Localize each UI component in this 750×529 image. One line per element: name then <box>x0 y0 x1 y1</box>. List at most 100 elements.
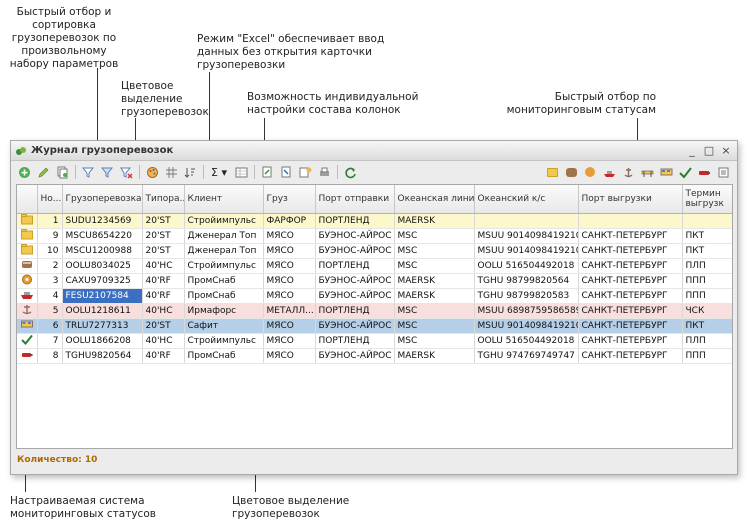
port-from-cell[interactable]: ПОРТЛЕНД <box>315 213 395 229</box>
status-filter-folder-icon[interactable] <box>543 163 561 181</box>
table-row[interactable]: 10 MSCU1200988 20'ST Дженерал Топ МЯСО БУЭНОС… <box>17 243 732 259</box>
port-to-cell[interactable]: САНКТ-ПЕТЕРБУРГ <box>578 228 683 244</box>
shipment-cell[interactable]: MSCU8654220 <box>62 228 143 244</box>
port-to-cell[interactable]: САНКТ-ПЕТЕРБУРГ <box>578 273 683 289</box>
ocean-ks-cell[interactable]: MSUU 901409841921092 <box>474 318 579 334</box>
ocean-ks-cell[interactable]: TGHU 98799820564 <box>474 273 579 289</box>
client-cell[interactable]: Ирмафорс <box>184 303 264 319</box>
minimize-button[interactable]: _ <box>685 144 699 158</box>
column-header-shipment[interactable]: Грузоперевозка <box>62 185 143 214</box>
client-cell[interactable]: ПромСнаб <box>184 273 264 289</box>
port-to-cell[interactable]: САНКТ-ПЕТЕРБУРГ <box>578 333 683 349</box>
ocean-line-cell[interactable]: MSC <box>394 243 475 259</box>
cargo-cell[interactable]: МЯСО <box>263 318 316 334</box>
column-header-port-from[interactable]: Порт отправки <box>315 185 395 214</box>
row-number[interactable]: 2 <box>37 258 63 274</box>
shipment-cell[interactable]: OOLU1218611 <box>62 303 143 319</box>
cargo-cell[interactable]: МЯСО <box>263 333 316 349</box>
client-cell[interactable]: ПромСнаб <box>184 348 264 364</box>
terminal-cell[interactable] <box>682 213 732 229</box>
status-filter-check-icon[interactable] <box>676 163 694 181</box>
port-to-cell[interactable]: САНКТ-ПЕТЕРБУРГ <box>578 303 683 319</box>
row-number[interactable]: 4 <box>37 288 63 304</box>
column-header-type[interactable]: Типора... <box>142 185 185 214</box>
cargo-cell[interactable]: ФАРФОР <box>263 213 316 229</box>
terminal-cell[interactable]: ППП <box>682 348 732 364</box>
type-cell[interactable]: 20'ST <box>142 243 185 259</box>
cargo-cell[interactable]: МЯСО <box>263 273 316 289</box>
port-from-cell[interactable]: ПОРТЛЕНД <box>315 303 395 319</box>
type-cell[interactable]: 20'ST <box>142 213 185 229</box>
sort-icon[interactable] <box>181 163 199 181</box>
column-header-port-to[interactable]: Порт выгрузки <box>578 185 683 214</box>
column-header-number[interactable]: Но... <box>37 185 63 214</box>
port-from-cell[interactable]: БУЭНОС-АЙРОС <box>315 318 395 334</box>
port-from-cell[interactable]: БУЭНОС-АЙРОС <box>315 228 395 244</box>
cargo-cell[interactable]: МЯСО <box>263 258 316 274</box>
terminal-cell[interactable]: ЧСК <box>682 303 732 319</box>
cargo-cell[interactable]: МЕТАЛЛ... <box>263 303 316 319</box>
status-filter-barrier-icon[interactable] <box>638 163 656 181</box>
row-number[interactable]: 3 <box>37 273 63 289</box>
terminal-cell[interactable]: ПЛП <box>682 333 732 349</box>
terminal-cell[interactable]: ПЛП <box>682 258 732 274</box>
shipment-cell[interactable]: OOLU8034025 <box>62 258 143 274</box>
client-cell[interactable]: Стройимпульс <box>184 333 264 349</box>
row-number[interactable]: 1 <box>37 213 63 229</box>
columns-icon[interactable] <box>162 163 180 181</box>
cargo-cell[interactable]: МЯСО <box>263 288 316 304</box>
add-icon[interactable] <box>15 163 33 181</box>
refresh-icon[interactable] <box>341 163 359 181</box>
port-to-cell[interactable]: САНКТ-ПЕТЕРБУРГ <box>578 243 683 259</box>
sum-button[interactable]: Σ ▾ <box>207 163 231 181</box>
cargo-cell[interactable]: МЯСО <box>263 243 316 259</box>
excel-mode-icon[interactable] <box>232 163 250 181</box>
client-cell[interactable]: Стройимпульс <box>184 258 264 274</box>
clear-filter-icon[interactable] <box>117 163 135 181</box>
row-number[interactable]: 10 <box>37 243 63 259</box>
port-to-cell[interactable] <box>578 213 683 229</box>
port-from-cell[interactable]: БУЭНОС-АЙРОС <box>315 348 395 364</box>
ocean-ks-cell[interactable]: MSUU 901409841921093 <box>474 228 579 244</box>
terminal-cell[interactable]: ППП <box>682 273 732 289</box>
port-to-cell[interactable]: САНКТ-ПЕТЕРБУРГ <box>578 348 683 364</box>
terminal-cell[interactable]: ПКТ <box>682 318 732 334</box>
type-cell[interactable]: 40'HC <box>142 333 185 349</box>
terminal-cell[interactable]: ППП <box>682 288 732 304</box>
table-row[interactable]: 4 FESU2107584 40'RF ПромСнаб МЯСО БУЭНОС-АЙРО… <box>17 288 732 304</box>
column-settings-icon[interactable] <box>296 163 314 181</box>
column-header-terminal[interactable]: Термин выгрузк <box>682 185 732 214</box>
shipment-cell[interactable]: TRLU7277313 <box>62 318 143 334</box>
column-header-status[interactable] <box>17 185 38 214</box>
terminal-cell[interactable]: ПКТ <box>682 243 732 259</box>
type-cell[interactable]: 40'HC <box>142 258 185 274</box>
status-filter-ship-icon[interactable] <box>600 163 618 181</box>
close-button[interactable]: × <box>719 144 733 158</box>
ocean-ks-cell[interactable]: TGHU 98799820583 <box>474 288 579 304</box>
column-header-client[interactable]: Клиент <box>184 185 264 214</box>
table-row[interactable]: 6 TRLU7277313 20'ST Сафит МЯСО БУЭНОС-АЙРОС MS… <box>17 318 732 334</box>
ocean-ks-cell[interactable]: MSUU 901409841921093 <box>474 243 579 259</box>
ocean-line-cell[interactable]: MSC <box>394 258 475 274</box>
palette-icon[interactable] <box>143 163 161 181</box>
type-cell[interactable]: 20'ST <box>142 318 185 334</box>
print-icon[interactable] <box>315 163 333 181</box>
ocean-line-cell[interactable]: MAERSK <box>394 273 475 289</box>
client-cell[interactable]: Стройимпульс <box>184 213 264 229</box>
ocean-ks-cell[interactable]: OOLU 516504492018 <box>474 258 579 274</box>
table-row[interactable]: 5 OOLU1218611 40'HC Ирмафорс МЕТАЛЛ... ПОРТЛЕ… <box>17 303 732 319</box>
ocean-line-cell[interactable]: MAERSK <box>394 288 475 304</box>
ocean-line-cell[interactable]: MSC <box>394 303 475 319</box>
client-cell[interactable]: Сафит <box>184 318 264 334</box>
ocean-line-cell[interactable]: MSC <box>394 228 475 244</box>
export-icon[interactable] <box>277 163 295 181</box>
ocean-line-cell[interactable]: MAERSK <box>394 213 475 229</box>
status-filter-settings-icon[interactable] <box>714 163 732 181</box>
status-filter-gear-icon[interactable] <box>581 163 599 181</box>
port-to-cell[interactable]: САНКТ-ПЕТЕРБУРГ <box>578 288 683 304</box>
shipments-table[interactable]: Но... Грузоперевозка Типора... Клиент Гр… <box>16 184 733 449</box>
ocean-ks-cell[interactable]: TGHU 974769749747 <box>474 348 579 364</box>
sort-filter-icon[interactable] <box>98 163 116 181</box>
type-cell[interactable]: 40'RF <box>142 288 185 304</box>
table-row[interactable]: 1 SUDU1234569 20'ST Стройимпульс ФАРФОР ПОРТЛ… <box>17 213 732 229</box>
